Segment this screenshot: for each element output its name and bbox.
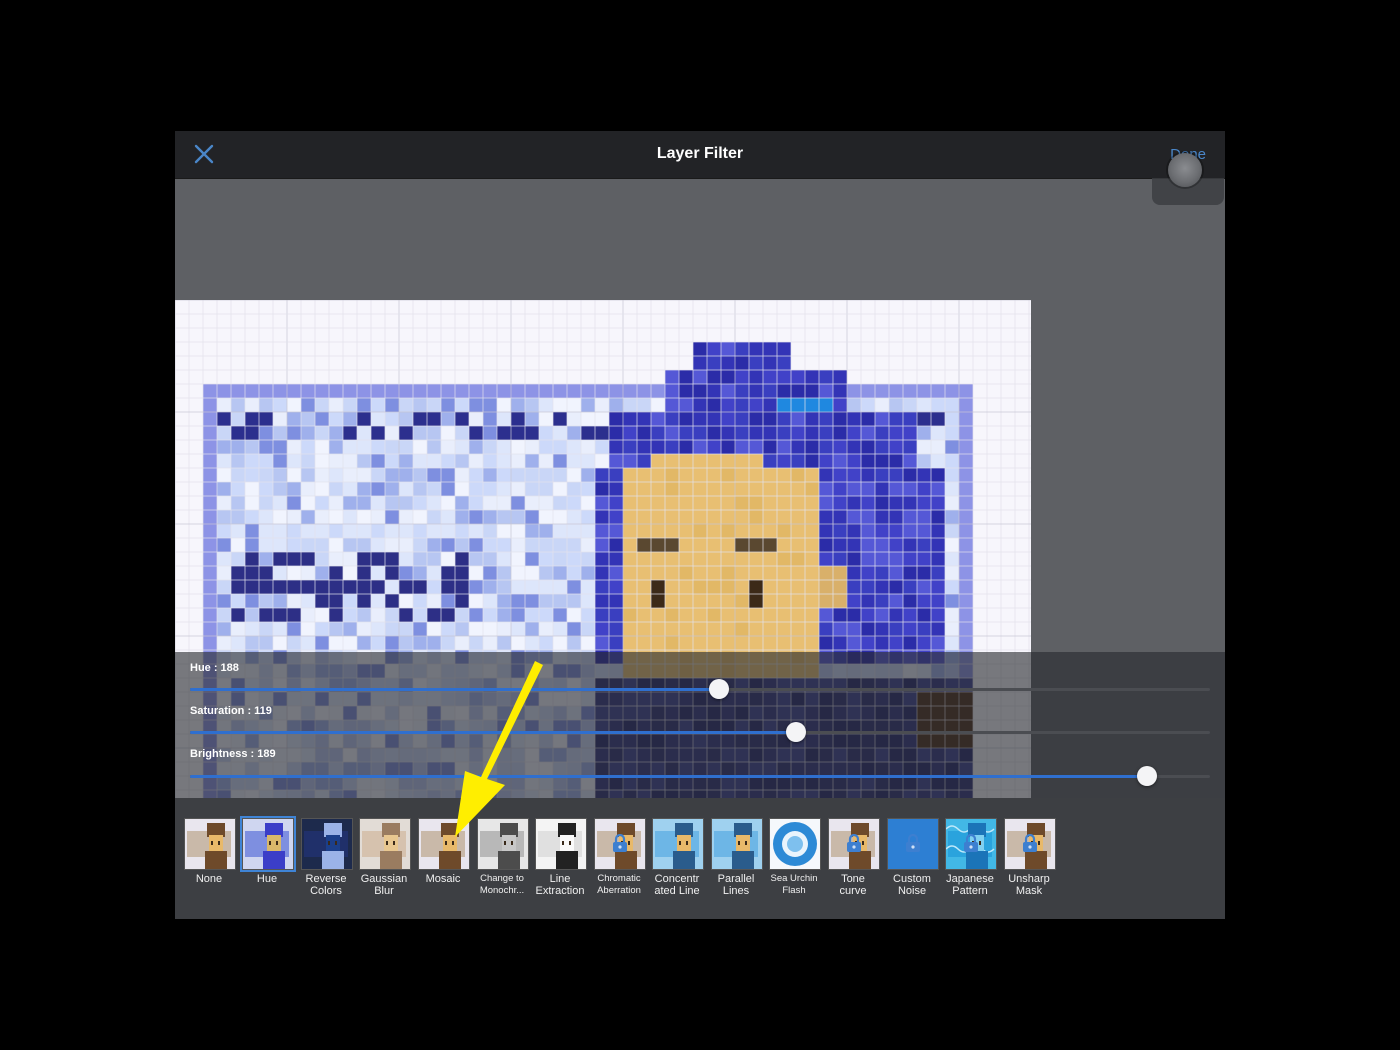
filter-label: Japanese Pattern [946,873,994,897]
filter-thumbnail [301,818,353,870]
filter-label: Custom Noise [893,873,931,897]
filter-label: Sea Urchin Flash [770,873,818,896]
filter-thumbnail [359,818,411,870]
filter-item[interactable]: None [181,818,237,885]
layer-filter-window: Layer Filter Done Hue : 188 Saturation :… [175,131,1225,919]
hue-slider-thumb[interactable] [709,679,730,699]
hue-slider[interactable] [190,679,1210,699]
filter-label: Line Extraction [535,873,585,897]
saturation-slider-thumb[interactable] [785,722,806,742]
filter-item[interactable]: Gaussian Blur [356,818,412,897]
lock-icon [613,834,627,852]
brightness-slider-fill [190,775,1147,778]
filter-thumbnail [184,818,236,870]
filter-item[interactable]: Japanese Pattern [942,818,998,897]
filter-item[interactable]: Reverse Colors [298,818,354,897]
filter-label: Hue [256,873,278,885]
filter-label: Unsharp Mask [1008,873,1050,897]
filter-thumbnail [887,818,939,870]
hue-label: Hue : 188 [190,662,239,674]
filter-label: Tone curve [839,873,867,897]
saturation-label: Saturation : 119 [190,705,272,717]
filter-item[interactable]: Parallel Lines [708,818,764,897]
page-title: Layer Filter [656,145,744,162]
lock-icon [906,834,920,852]
filter-item[interactable]: Concentr ated Line [649,818,705,897]
filter-item[interactable]: Custom Noise [884,818,940,897]
touch-indicator-icon [1168,153,1202,187]
top-bar: Layer Filter Done [175,131,1225,179]
filter-thumbnail [945,818,997,870]
filter-label: Parallel Lines [717,873,755,897]
filter-item[interactable]: Hue [239,816,296,885]
filter-thumbnail [1004,818,1056,870]
filter-thumbnail [828,818,880,870]
brightness-slider[interactable] [190,766,1210,786]
slider-panel: Hue : 188 Saturation : 119 Brightness : … [175,652,1225,798]
filter-thumbnail [240,816,296,872]
lock-icon [847,834,861,852]
lock-icon [1023,834,1037,852]
filter-label: Reverse Colors [305,873,347,897]
filter-item[interactable]: Tone curve [825,818,881,897]
filter-thumbnail [769,818,821,870]
annotation-arrow [455,661,543,837]
brightness-label: Brightness : 189 [190,748,276,760]
filter-item[interactable]: Sea Urchin Flash [766,818,822,897]
brightness-slider-thumb[interactable] [1136,766,1157,786]
lock-icon [964,834,978,852]
filter-thumbnail [711,818,763,870]
filter-label: Mosaic [425,873,461,885]
filter-thumbnail [594,818,646,870]
filter-label: None [195,873,223,885]
filter-label: Concentr ated Line [654,873,700,897]
filter-thumbnail [652,818,704,870]
filter-item[interactable]: Unsharp Mask [1001,818,1057,897]
filter-label: Chromatic Aberration [597,873,641,896]
filter-label: Change to Monochr... [479,873,525,896]
filter-label: Gaussian Blur [360,873,408,897]
filter-item[interactable]: Chromatic Aberration [591,818,647,897]
saturation-slider[interactable] [190,722,1210,742]
filter-strip: None Hue Reverse Colors Gaussian Blur Mosaic… [175,798,1225,919]
